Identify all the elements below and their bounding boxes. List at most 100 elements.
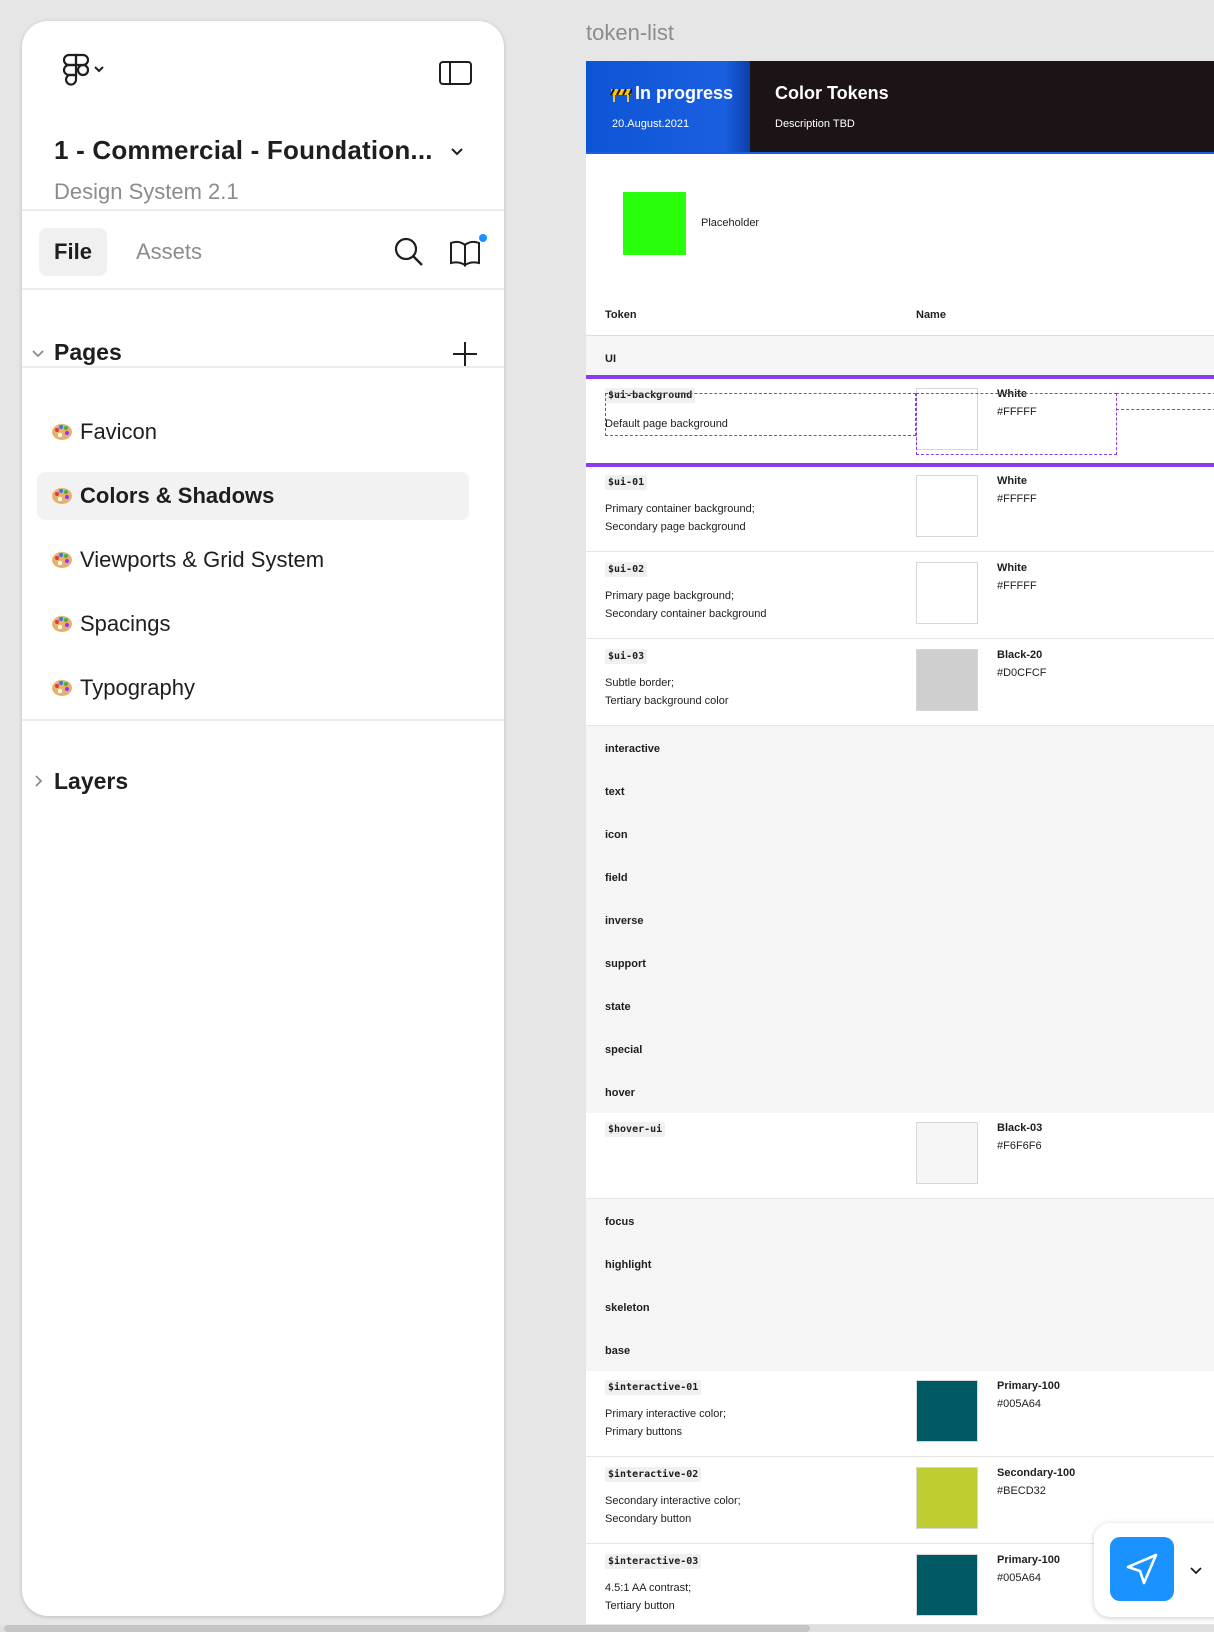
column-header-name: Name — [916, 309, 946, 321]
sidebar-panel-icon — [439, 61, 472, 85]
placeholder-swatch[interactable] — [623, 192, 686, 255]
group-row-hover[interactable]: hover — [586, 1070, 1214, 1113]
chevron-down-icon — [1190, 1567, 1202, 1575]
group-row-support[interactable]: support — [586, 941, 1214, 984]
page-label: Favicon — [80, 419, 158, 444]
page-label: Colors & Shadows — [80, 483, 275, 508]
group-row-special[interactable]: special — [586, 1027, 1214, 1070]
token-row-hover-ui[interactable]: $hover-ui Black-03 #F6F6F6 — [586, 1113, 1214, 1199]
page-item-viewports-grid[interactable]: Viewports & Grid System — [37, 536, 469, 584]
group-row-skeleton[interactable]: skeleton — [586, 1285, 1214, 1328]
toggle-sidebar-button[interactable] — [438, 56, 474, 90]
column-header-token: Token — [605, 309, 637, 321]
figma-menu-button[interactable] — [56, 52, 114, 92]
present-options-button[interactable] — [1189, 1563, 1203, 1577]
token-description: Primary interactive color; Primary button… — [605, 1405, 726, 1441]
description-line: 4.5:1 AA contrast; — [605, 1582, 692, 1594]
group-row-icon[interactable]: icon — [586, 812, 1214, 855]
color-hex: #F6F6F6 — [997, 1140, 1042, 1152]
page-item-favicon[interactable]: Favicon — [37, 408, 469, 456]
search-button[interactable] — [392, 235, 426, 269]
token-list-frame[interactable]: In progress 20.August.2021 Color Tokens … — [586, 61, 1214, 1624]
left-sidebar: 1 - Commercial - Foundation... Design Sy… — [22, 21, 504, 1616]
color-swatch — [916, 1554, 978, 1616]
group-label: icon — [605, 829, 628, 841]
color-hex: #005A64 — [997, 1398, 1042, 1410]
group-row-ui[interactable]: UI — [586, 336, 1214, 379]
group-label: base — [605, 1345, 631, 1357]
token-row-ui-03[interactable]: $ui-03 Subtle border; Tertiary background… — [586, 640, 1214, 726]
present-button[interactable] — [1110, 1537, 1174, 1601]
token-code: $ui-03 — [605, 649, 648, 664]
page-item-colors-shadows[interactable]: Colors & Shadows — [37, 472, 469, 520]
color-hex: #FFFFF — [997, 580, 1037, 592]
tab-assets[interactable]: Assets — [130, 228, 208, 276]
plus-icon — [453, 342, 477, 366]
add-page-button[interactable] — [450, 339, 480, 369]
description-line: Primary interactive color; — [605, 1408, 727, 1420]
divider — [22, 288, 504, 290]
selection-guide — [605, 393, 916, 436]
file-title[interactable]: 1 - Commercial - Foundation... — [54, 135, 433, 166]
token-row-interactive-01[interactable]: $interactive-01 Primary interactive colo… — [586, 1371, 1214, 1457]
pages-collapse-toggle[interactable] — [30, 346, 46, 362]
color-swatch — [916, 1467, 978, 1529]
description-line: Secondary interactive color; — [605, 1495, 741, 1507]
group-row-focus[interactable]: focus — [586, 1199, 1214, 1242]
color-name: Black-20 — [997, 649, 1043, 661]
book-open-icon — [450, 234, 487, 267]
token-row-ui-02[interactable]: $ui-02 Primary page background; Secondary… — [586, 553, 1214, 639]
token-row-ui-01[interactable]: $ui-01 Primary container background; Seco… — [586, 466, 1214, 552]
color-name: Primary-100 — [997, 1554, 1060, 1566]
horizontal-scrollbar-thumb[interactable] — [4, 1625, 810, 1632]
group-label: support — [605, 958, 646, 970]
palette-icon — [52, 616, 72, 632]
group-label: special — [605, 1044, 643, 1056]
group-label: hover — [605, 1087, 635, 1099]
pages-heading: Pages — [54, 339, 122, 365]
color-hex: #FFFFF — [997, 493, 1037, 505]
selection-guide — [916, 393, 1117, 455]
group-label: state — [605, 1001, 631, 1013]
token-code: $interactive-02 — [605, 1467, 702, 1482]
token-code: $ui-01 — [605, 475, 648, 490]
page-label: Typography — [80, 675, 195, 700]
library-button[interactable] — [447, 234, 487, 270]
color-name: Primary-100 — [997, 1380, 1060, 1392]
divider — [22, 209, 504, 211]
divider — [22, 719, 504, 721]
tab-file[interactable]: File — [39, 228, 107, 276]
group-row-state[interactable]: state — [586, 984, 1214, 1027]
group-row-base[interactable]: base — [586, 1328, 1214, 1371]
palette-icon — [52, 488, 72, 504]
chevron-right-icon — [35, 775, 43, 787]
token-description: Primary container background; Secondary p… — [605, 500, 755, 536]
header-accent-line — [586, 152, 1214, 154]
group-row-text[interactable]: text — [586, 769, 1214, 812]
page-item-typography[interactable]: Typography — [37, 664, 469, 712]
description-line: Secondary page background — [605, 521, 746, 533]
group-row-highlight[interactable]: highlight — [586, 1242, 1214, 1285]
token-description: Subtle border; Tertiary background color — [605, 674, 729, 710]
color-name: Black-03 — [997, 1122, 1043, 1134]
token-code: $interactive-01 — [605, 1380, 702, 1395]
group-label: focus — [605, 1216, 635, 1228]
page-item-spacings[interactable]: Spacings — [37, 600, 469, 648]
color-name: Secondary-100 — [997, 1467, 1076, 1479]
frame-label[interactable]: token-list — [586, 20, 674, 46]
send-icon — [1126, 1553, 1158, 1585]
frame-header: Color Tokens Description TBD — [750, 61, 1214, 152]
group-row-inverse[interactable]: inverse — [586, 898, 1214, 941]
description-line: Primary buttons — [605, 1426, 683, 1438]
token-code: $interactive-03 — [605, 1554, 702, 1569]
layers-expand-toggle[interactable] — [32, 773, 46, 789]
palette-icon — [52, 424, 72, 440]
group-row-interactive[interactable]: interactive — [586, 726, 1214, 769]
color-hex: #BECD32 — [997, 1485, 1046, 1497]
description-line: Secondary container background — [605, 608, 767, 620]
file-menu-chevron[interactable] — [447, 141, 467, 161]
description-line: Tertiary background color — [605, 695, 729, 707]
chevron-down-icon — [451, 148, 463, 156]
group-row-field[interactable]: field — [586, 855, 1214, 898]
group-label: highlight — [605, 1259, 652, 1271]
